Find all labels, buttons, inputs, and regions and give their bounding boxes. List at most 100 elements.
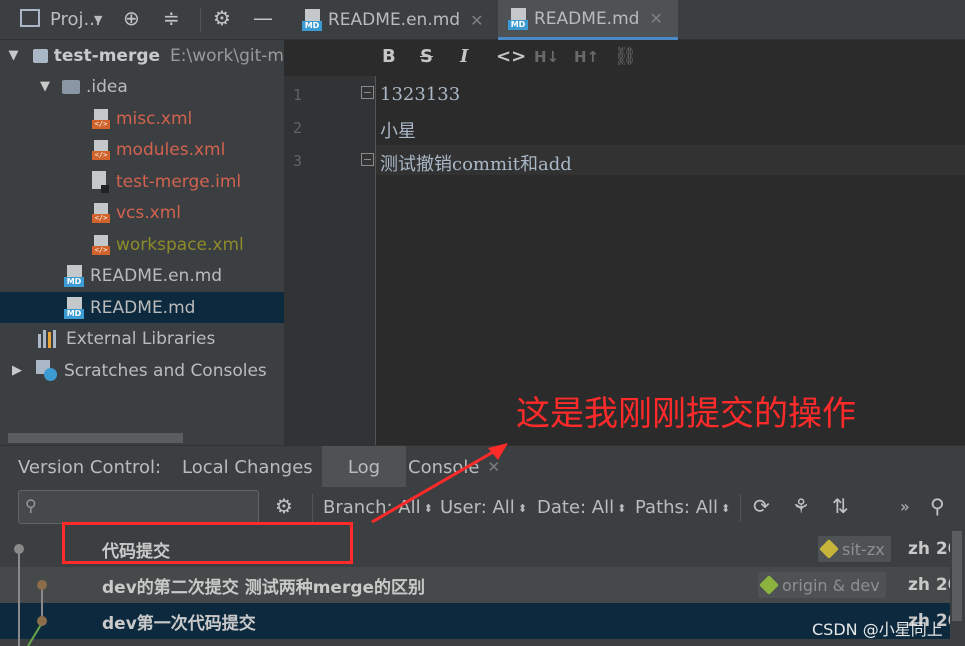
- tree-item-label: vcs.xml: [116, 202, 182, 223]
- commit-message: dev第一次代码提交: [102, 613, 256, 634]
- divider: [200, 8, 201, 32]
- commit-row[interactable]: dev的第二次提交 测试两种merge的区别 origin & dev zh 2…: [0, 567, 960, 603]
- markdown-file-icon: MD: [302, 9, 322, 31]
- xml-file-icon: </>: [92, 139, 110, 160]
- watermark: CSDN @小星同上: [812, 620, 943, 639]
- commit-node: [14, 544, 24, 554]
- horizontal-scrollbar[interactable]: [8, 433, 183, 443]
- tab-local-changes[interactable]: Local Changes: [172, 446, 323, 488]
- cherry-pick-icon[interactable]: ⚘: [792, 494, 810, 518]
- annotation-text: 这是我刚刚提交的操作: [516, 394, 856, 434]
- link-icon[interactable]: ⛓: [614, 46, 637, 67]
- italic-button[interactable]: I: [460, 46, 468, 67]
- branch-tag-label: sit-zx: [842, 539, 885, 559]
- tree-item-path: E:\work\git-m: [170, 45, 284, 66]
- commit-node: [37, 616, 47, 626]
- tree-item-label: misc.xml: [116, 108, 193, 129]
- branch-tag: sit-zx: [818, 536, 891, 562]
- collapse-all-icon[interactable]: ≑: [163, 6, 180, 30]
- expanded-arrow-icon[interactable]: ▼: [6, 48, 21, 63]
- tab-label: README.md: [534, 8, 640, 29]
- gear-icon[interactable]: ⚙: [213, 6, 231, 30]
- minimize-icon[interactable]: —: [253, 6, 273, 30]
- filter-label: Paths: All: [635, 497, 719, 518]
- module-folder-icon: [32, 48, 48, 63]
- header-up-button[interactable]: H↑: [574, 48, 599, 66]
- tree-item-label: External Libraries: [66, 328, 216, 349]
- project-view-icon[interactable]: [20, 9, 40, 27]
- commit-message: dev的第二次提交 测试两种merge的区别: [102, 577, 426, 598]
- tree-item-scratches[interactable]: ▶ Scratches and Consoles: [0, 355, 284, 386]
- tree-item-label: test-merge: [53, 45, 161, 66]
- tree-item-label: test-merge.iml: [116, 171, 242, 192]
- branch-tag: origin & dev: [758, 572, 886, 598]
- up-down-caret-icon: ⬍: [617, 501, 627, 515]
- close-icon[interactable]: ✕: [470, 11, 483, 30]
- divider: [312, 494, 313, 522]
- search-icon[interactable]: ⚲: [930, 494, 945, 518]
- tab-readme-en[interactable]: MD README.en.md ✕: [292, 0, 493, 40]
- code-line: 1323133: [380, 84, 461, 105]
- fold-marker-icon[interactable]: [361, 153, 374, 166]
- sort-icon[interactable]: ⇅: [832, 494, 849, 518]
- up-down-caret-icon: ⬍: [721, 501, 731, 515]
- library-icon: [38, 329, 60, 348]
- vertical-scrollbar[interactable]: [952, 531, 962, 621]
- tree-item-label: Scratches and Consoles: [64, 360, 267, 381]
- tree-item-label: .idea: [86, 76, 128, 97]
- editor-tab-bar: MD README.en.md ✕ MD README.md ✕: [284, 0, 965, 40]
- more-icon[interactable]: »: [900, 497, 910, 516]
- code-line: 小星: [380, 121, 416, 142]
- fold-marker-icon[interactable]: [361, 86, 374, 99]
- tree-item-test-merge[interactable]: ▼ test-merge E:\work\git-m: [0, 40, 284, 71]
- tab-label: README.en.md: [328, 10, 461, 30]
- divider: [740, 494, 741, 522]
- xml-file-icon: </>: [92, 202, 110, 223]
- line-number: 2: [293, 119, 303, 137]
- bold-button[interactable]: B: [382, 46, 396, 67]
- tree-item-external-libraries[interactable]: External Libraries: [0, 323, 322, 354]
- chevron-down-icon[interactable]: ▼: [94, 13, 102, 26]
- code-line: 测试撤销commit和add: [380, 154, 572, 175]
- commit-graph: [14, 544, 47, 646]
- highlight-box: [62, 522, 353, 564]
- markdown-toolbar: B S I <> H↓ H↑ ⛓: [284, 40, 965, 76]
- annotation-arrow: [371, 443, 508, 524]
- strikethrough-button[interactable]: S: [420, 46, 433, 67]
- refresh-icon[interactable]: ⟳: [753, 494, 770, 518]
- xml-file-icon: </>: [92, 234, 110, 255]
- commit-row[interactable]: dev第一次代码提交 zh 20: [0, 603, 960, 639]
- locate-icon[interactable]: ⊕: [123, 6, 140, 30]
- branch-tag-label: origin & dev: [782, 575, 880, 595]
- log-search-input[interactable]: ⚲: [18, 490, 259, 524]
- scratches-icon: [36, 359, 58, 382]
- xml-file-icon: </>: [92, 108, 110, 129]
- version-control-label: Version Control:: [18, 456, 162, 478]
- header-down-button[interactable]: H↓: [534, 48, 559, 66]
- line-number: 3: [293, 152, 303, 170]
- tree-item-label: workspace.xml: [116, 234, 244, 255]
- tab-readme[interactable]: MD README.md ✕: [498, 0, 678, 40]
- project-toolbar: Proj... ▼ ⊕ ≑ ⚙ —: [0, 0, 284, 40]
- line-number: 1: [293, 86, 303, 104]
- collapsed-arrow-icon[interactable]: ▶: [8, 363, 26, 378]
- code-button[interactable]: <>: [496, 46, 526, 67]
- tree-item-idea[interactable]: ▼ .idea: [0, 71, 284, 102]
- tag-icon: [819, 539, 839, 559]
- paths-filter[interactable]: Paths: All ⬍: [635, 497, 730, 518]
- markdown-file-icon: MD: [508, 7, 528, 30]
- tree-item-label: modules.xml: [116, 139, 226, 160]
- filter-label: Date: All: [537, 497, 615, 518]
- gear-icon[interactable]: ⚙: [275, 494, 293, 518]
- close-icon[interactable]: ✕: [649, 9, 662, 28]
- commit-node: [37, 580, 47, 590]
- expanded-arrow-icon[interactable]: ▼: [36, 79, 54, 94]
- search-icon: ⚲: [25, 496, 37, 515]
- tree-item-label: README.en.md: [90, 265, 223, 286]
- tree-item-label: README.md: [90, 297, 196, 318]
- markdown-file-icon: MD: [64, 296, 84, 319]
- date-filter[interactable]: Date: All ⬍: [537, 497, 626, 518]
- markdown-file-icon: MD: [64, 264, 84, 287]
- iml-file-icon: [92, 170, 110, 193]
- folder-icon: [62, 79, 80, 94]
